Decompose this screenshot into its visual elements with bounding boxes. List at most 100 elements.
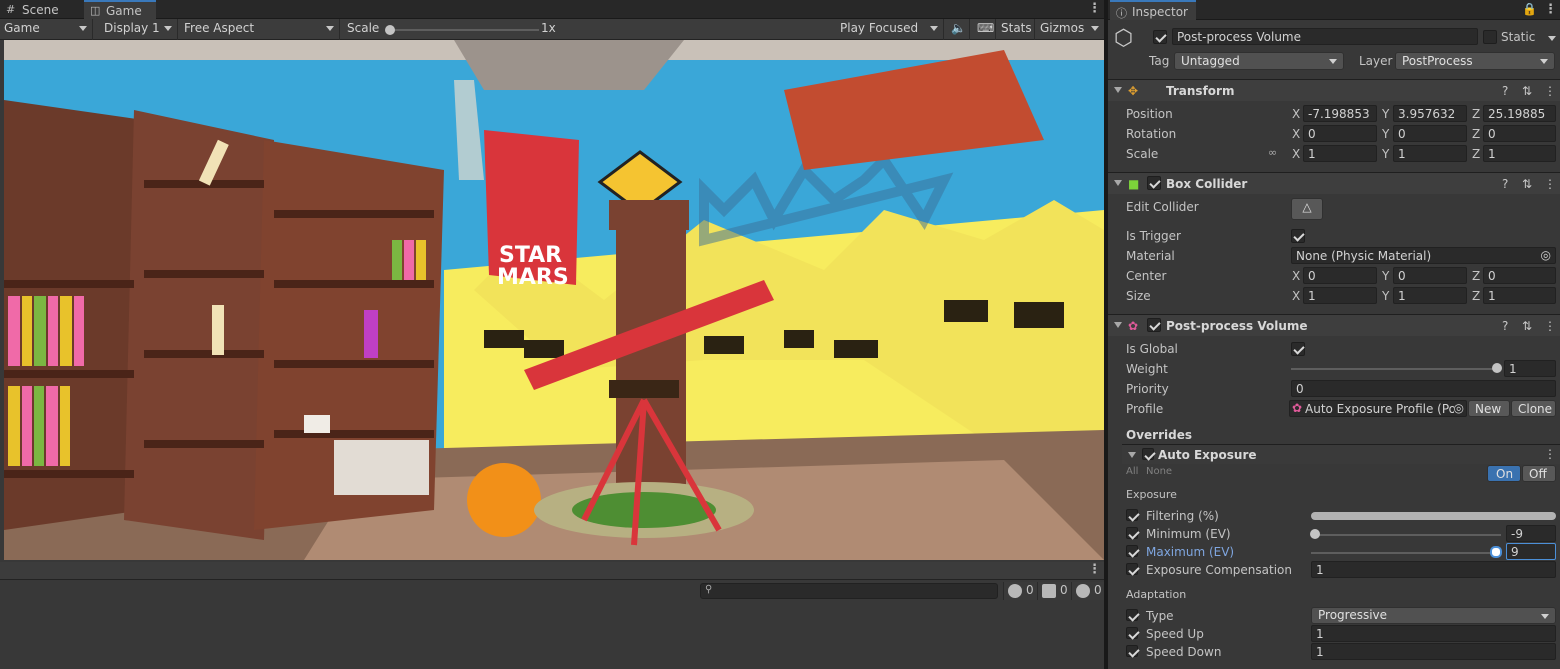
effect-on-toggle[interactable]: On	[1487, 465, 1521, 482]
position-x-field[interactable]: -7.198853	[1303, 105, 1377, 122]
minimum-override-checkbox[interactable]	[1126, 527, 1138, 539]
gizmos-dropdown[interactable]: Gizmos	[1036, 19, 1104, 40]
lock-icon[interactable]: 🔒	[1522, 2, 1537, 16]
more-options-icon[interactable]: ⋮	[1544, 319, 1556, 333]
minimum-slider-track[interactable]	[1311, 534, 1501, 536]
link-icon[interactable]: ∞	[1268, 146, 1277, 159]
speed-down-field[interactable]: 1	[1311, 643, 1556, 660]
rotation-x-field[interactable]: 0	[1303, 125, 1377, 142]
is-trigger-row: Is Trigger	[1108, 226, 1560, 246]
scale-y-field[interactable]: 1	[1393, 145, 1467, 162]
rotation-z-field[interactable]: 0	[1483, 125, 1556, 142]
minimum-slider-knob[interactable]	[1310, 529, 1320, 539]
filtering-range-slider[interactable]	[1311, 512, 1556, 520]
help-icon[interactable]: ?	[1502, 84, 1508, 98]
layer-dropdown[interactable]: PostProcess	[1395, 52, 1555, 70]
object-picker-icon[interactable]: ◎	[1541, 248, 1551, 262]
console-panel: ⚲ 0 0 0	[0, 580, 1106, 669]
type-dropdown[interactable]: Progressive	[1311, 607, 1556, 624]
active-checkbox[interactable]	[1153, 30, 1167, 44]
is-global-checkbox[interactable]	[1291, 342, 1305, 356]
minimum-field[interactable]: -9	[1506, 525, 1556, 542]
material-field[interactable]: None (Physic Material) ◎	[1291, 247, 1556, 264]
center-x-field[interactable]: 0	[1303, 267, 1377, 284]
type-override-checkbox[interactable]	[1126, 609, 1138, 621]
size-y-field[interactable]: 1	[1393, 287, 1467, 304]
effect-off-toggle[interactable]: Off	[1522, 465, 1556, 482]
tag-dropdown[interactable]: Untagged	[1174, 52, 1344, 70]
console-search-input[interactable]: ⚲	[700, 583, 998, 599]
warning-count-toggle[interactable]: 0	[1037, 582, 1072, 600]
transform-header[interactable]: ✥ Transform ? ⇅ ⋮	[1108, 79, 1560, 101]
error-count-toggle[interactable]: 0	[1071, 582, 1106, 600]
game-view[interactable]: STAR MARS	[4, 40, 1104, 560]
size-z-field[interactable]: 1	[1483, 287, 1556, 304]
speed-up-field[interactable]: 1	[1311, 625, 1556, 642]
size-x-field[interactable]: 1	[1303, 287, 1377, 304]
clone-profile-button[interactable]: Clone	[1511, 400, 1556, 417]
tab-scene[interactable]: # Scene	[0, 1, 80, 20]
more-options-icon[interactable]: ⋮	[1088, 1, 1101, 16]
filtering-override-checkbox[interactable]	[1126, 509, 1138, 521]
preset-icon[interactable]: ⇅	[1522, 177, 1532, 191]
center-y-field[interactable]: 0	[1393, 267, 1467, 284]
scale-x-field[interactable]: 1	[1303, 145, 1377, 162]
tab-inspector[interactable]: ⓘ Inspector	[1110, 0, 1196, 20]
select-all-link[interactable]: All	[1126, 466, 1138, 477]
weight-slider-track[interactable]	[1291, 368, 1497, 370]
weight-field[interactable]: 1	[1504, 360, 1556, 377]
keyboard-shortcuts-button[interactable]: ⌨	[972, 19, 996, 40]
object-picker-icon[interactable]: ◎	[1453, 401, 1464, 415]
maximum-field[interactable]: 9	[1506, 543, 1556, 560]
position-y-field[interactable]: 3.957632	[1393, 105, 1467, 122]
play-mode-dropdown[interactable]: Play Focused	[836, 19, 944, 40]
volume-header[interactable]: ✿ Post-process Volume ? ⇅ ⋮	[1108, 314, 1560, 336]
compensation-field[interactable]: 1	[1311, 561, 1556, 578]
box-collider-enabled-checkbox[interactable]	[1147, 176, 1161, 190]
position-z-field[interactable]: 25.19885	[1483, 105, 1556, 122]
chevron-down-icon[interactable]	[1548, 36, 1556, 41]
aspect-dropdown[interactable]: Free Aspect	[180, 19, 340, 40]
volume-enabled-checkbox[interactable]	[1147, 318, 1161, 332]
new-profile-button[interactable]: New	[1468, 400, 1510, 417]
static-checkbox[interactable]	[1483, 30, 1497, 44]
preset-icon[interactable]: ⇅	[1522, 319, 1532, 333]
box-collider-header[interactable]: ■ Box Collider ? ⇅ ⋮	[1108, 172, 1560, 194]
help-icon[interactable]: ?	[1502, 177, 1508, 191]
speed-down-override-checkbox[interactable]	[1126, 645, 1138, 657]
maximum-slider-knob[interactable]	[1490, 546, 1502, 558]
chevron-down-icon	[1541, 614, 1549, 619]
maximum-override-checkbox[interactable]	[1126, 545, 1138, 557]
is-trigger-checkbox[interactable]	[1291, 229, 1305, 243]
scale-z-field[interactable]: 1	[1483, 145, 1556, 162]
select-none-link[interactable]: None	[1146, 466, 1172, 477]
more-options-icon[interactable]: ⋮	[1544, 447, 1556, 461]
stats-button[interactable]: Stats	[997, 19, 1035, 40]
scale-slider-knob[interactable]	[385, 25, 395, 35]
mute-audio-button[interactable]: 🔈	[946, 19, 970, 40]
weight-slider-knob[interactable]	[1492, 363, 1502, 373]
auto-exposure-header[interactable]: Auto Exposure ⋮	[1122, 444, 1560, 464]
more-options-icon[interactable]: ⋮	[1544, 177, 1556, 191]
auto-exposure-enabled-checkbox[interactable]	[1142, 448, 1154, 460]
preset-icon[interactable]: ⇅	[1522, 84, 1532, 98]
priority-field[interactable]: 0	[1291, 380, 1556, 397]
more-options-icon[interactable]: ⋮	[1544, 84, 1556, 98]
more-options-icon[interactable]: ⋮	[1544, 2, 1557, 17]
display-mode-dropdown[interactable]: Game	[0, 19, 93, 40]
speed-up-override-checkbox[interactable]	[1126, 627, 1138, 639]
is-global-label: Is Global	[1126, 342, 1178, 356]
display-dropdown[interactable]: Display 1	[100, 19, 178, 40]
more-options-icon[interactable]: ⋮	[1088, 562, 1101, 577]
help-icon[interactable]: ?	[1502, 319, 1508, 333]
edit-collider-button[interactable]: △	[1291, 198, 1323, 220]
profile-field[interactable]: ✿ Auto Exposure Profile (Po ◎	[1289, 400, 1467, 417]
rotation-y-field[interactable]: 0	[1393, 125, 1467, 142]
tab-game[interactable]: ◫ Game	[84, 0, 156, 19]
log-count-toggle[interactable]: 0	[1003, 582, 1038, 600]
maximum-slider-track[interactable]	[1311, 552, 1501, 554]
center-z-field[interactable]: 0	[1483, 267, 1556, 284]
compensation-override-checkbox[interactable]	[1126, 563, 1138, 575]
scale-slider-track[interactable]	[389, 29, 539, 31]
object-name-field[interactable]: Post-process Volume	[1172, 28, 1478, 45]
